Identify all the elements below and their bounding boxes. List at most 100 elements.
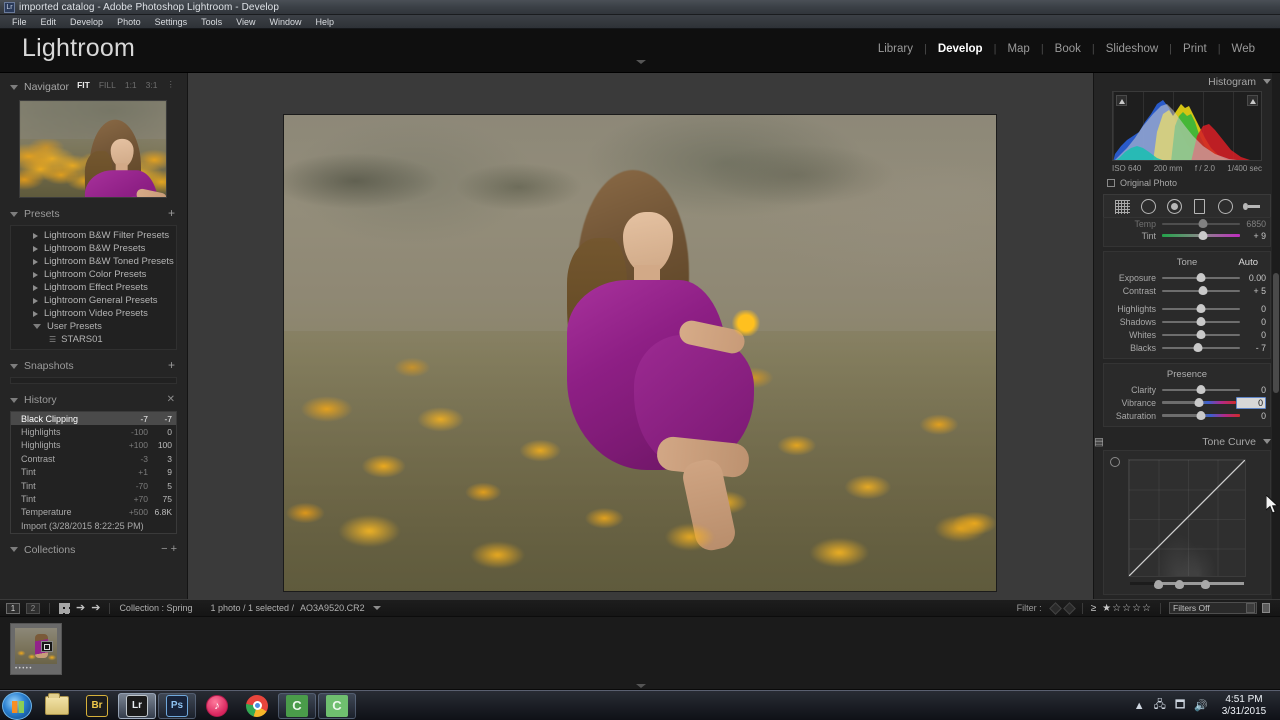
presets-header[interactable]: Presets + [10,206,177,222]
slider-track-contrast[interactable] [1162,285,1240,296]
slider-row-temp[interactable]: Temp 6850 [1104,218,1270,229]
slider-track-highlights[interactable] [1162,303,1240,314]
source-indicator-2[interactable]: 2 [26,602,40,614]
preset-group[interactable]: Lightroom B&W Filter Presets [11,229,176,242]
original-photo-row[interactable]: Original Photo [1107,178,1271,188]
original-photo-checkbox[interactable] [1107,179,1115,187]
taskbar-lightroom-icon[interactable]: Lr [118,692,156,719]
slider-track-tint[interactable] [1162,230,1240,241]
preset-group-user-presets[interactable]: User Presets [11,320,176,333]
preset-group[interactable]: Lightroom B&W Presets [11,242,176,255]
preset-group[interactable]: Lightroom B&W Toned Presets [11,255,176,268]
back-arrow-icon[interactable]: ➔ [76,602,85,614]
current-filename[interactable]: AO3A9520.CR2 [300,603,365,613]
history-row[interactable]: Contrast -3 3 [11,452,176,465]
network-icon[interactable]: 🖧 [1154,696,1166,715]
grid-view-icon[interactable] [59,602,70,614]
slider-value-vibrance-input[interactable]: 0 [1236,396,1266,409]
slider-track-shadows[interactable] [1162,316,1240,327]
navigator-preview[interactable] [19,100,167,198]
radial-filter-tool[interactable] [1217,198,1234,215]
auto-tone-button[interactable]: Auto [1238,257,1258,268]
slider-row-shadows[interactable]: Shadows 0 [1104,315,1270,328]
targeted-adjustment-icon[interactable] [1110,457,1120,467]
slider-value-highlights[interactable]: 0 [1240,304,1266,314]
volume-icon[interactable]: 🔊 [1194,699,1208,712]
module-library[interactable]: Library [867,43,924,55]
module-print[interactable]: Print [1172,43,1218,55]
collection-label[interactable]: Collection : Spring [119,603,192,613]
slider-value-tint[interactable]: + 9 [1240,231,1266,241]
slider-row-blacks[interactable]: Blacks - 7 [1104,341,1270,354]
history-header[interactable]: History ✕ [10,392,177,408]
preset-group[interactable]: Lightroom Video Presets [11,307,176,320]
menu-help[interactable]: Help [309,15,342,29]
slider-value-exposure[interactable]: 0.00 [1240,273,1266,283]
curve-range-knob-highlights[interactable] [1201,580,1211,589]
curve-range-knob-shadows[interactable] [1153,580,1163,589]
history-row[interactable]: Tint -70 5 [11,479,176,492]
slider-row-clarity[interactable]: Clarity 0 [1104,383,1270,396]
chevron-down-icon[interactable] [372,606,381,610]
slider-value-temp[interactable]: 6850 [1240,219,1266,229]
taskbar-camtasia-icon[interactable]: C [278,692,316,719]
action-center-icon[interactable]: 🗖 [1175,696,1185,715]
slider-track-vibrance[interactable] [1162,397,1236,408]
show-hidden-icons-icon[interactable]: ▲ [1134,700,1145,712]
history-row[interactable]: Highlights +100 100 [11,439,176,452]
preset-item-stars01[interactable]: ☰ STARS01 [11,333,176,346]
zoom-fill[interactable]: FILL [99,80,116,90]
zoom-fit[interactable]: FIT [77,80,90,90]
slider-value-whites[interactable]: 0 [1240,330,1266,340]
module-map[interactable]: Map [996,43,1040,55]
curve-range-knob-midtones[interactable] [1175,580,1185,589]
menu-photo[interactable]: Photo [110,15,148,29]
flag-filter-icon[interactable] [1048,601,1062,615]
red-eye-correction-tool[interactable] [1166,198,1183,215]
menu-window[interactable]: Window [263,15,309,29]
history-row-import[interactable]: Import (3/28/2015 8:22:25 PM) [11,519,176,532]
menu-view[interactable]: View [229,15,262,29]
module-develop[interactable]: Develop [927,43,994,55]
preset-group[interactable]: Lightroom Color Presets [11,268,176,281]
menu-tools[interactable]: Tools [194,15,229,29]
spot-removal-tool[interactable] [1140,198,1157,215]
slider-value-shadows[interactable]: 0 [1240,317,1266,327]
filter-preset-select[interactable]: Filters Off [1169,602,1257,614]
menu-develop[interactable]: Develop [63,15,110,29]
taskbar-clock[interactable]: 4:51 PM 3/31/2015 [1217,694,1271,718]
module-slideshow[interactable]: Slideshow [1095,43,1169,55]
slider-row-saturation[interactable]: Saturation 0 [1104,409,1270,422]
photo-preview[interactable] [283,114,997,592]
rating-filter-stars[interactable]: ★☆☆☆☆ [1102,603,1152,614]
collections-header[interactable]: Collections − + [10,542,177,558]
plus-icon[interactable]: + [168,359,175,371]
slider-track-whites[interactable] [1162,329,1240,340]
taskbar-bridge-icon[interactable]: Br [78,693,116,719]
slider-row-whites[interactable]: Whites 0 [1104,328,1270,341]
source-indicator-1[interactable]: 1 [6,602,20,614]
filmstrip-toggle-icon[interactable] [636,684,646,688]
slider-row-tint[interactable]: Tint + 9 [1104,229,1270,242]
history-row[interactable]: Highlights -100 0 [11,425,176,438]
slider-value-saturation[interactable]: 0 [1240,411,1266,421]
taskbar-explorer-icon[interactable] [38,693,76,719]
menu-file[interactable]: File [5,15,34,29]
taskbar-chrome-icon[interactable] [238,693,276,719]
taskbar-itunes-icon[interactable]: ♪ [198,693,236,719]
top-panel-toggle-icon[interactable] [636,60,646,64]
taskbar-photoshop-icon[interactable]: Ps [158,692,196,719]
highlight-clipping-icon[interactable] [1247,95,1258,106]
histogram-graph[interactable] [1112,91,1262,161]
reject-filter-icon[interactable] [1062,601,1076,615]
slider-track-blacks[interactable] [1162,342,1240,353]
filmstrip-thumbnail[interactable]: ••••• [10,623,62,675]
adjustment-brush-tool[interactable] [1242,198,1260,215]
history-row[interactable]: Temperature +500 6.8K [11,506,176,519]
preset-group[interactable]: Lightroom Effect Presets [11,281,176,294]
histogram-header[interactable]: Histogram [1103,73,1271,90]
navigator-header[interactable]: Navigator FIT FILL 1:1 3:1 ⋮ [10,79,177,95]
slider-value-contrast[interactable]: + 5 [1240,286,1266,296]
slider-row-highlights[interactable]: Highlights 0 [1104,302,1270,315]
slider-track-clarity[interactable] [1162,384,1240,395]
